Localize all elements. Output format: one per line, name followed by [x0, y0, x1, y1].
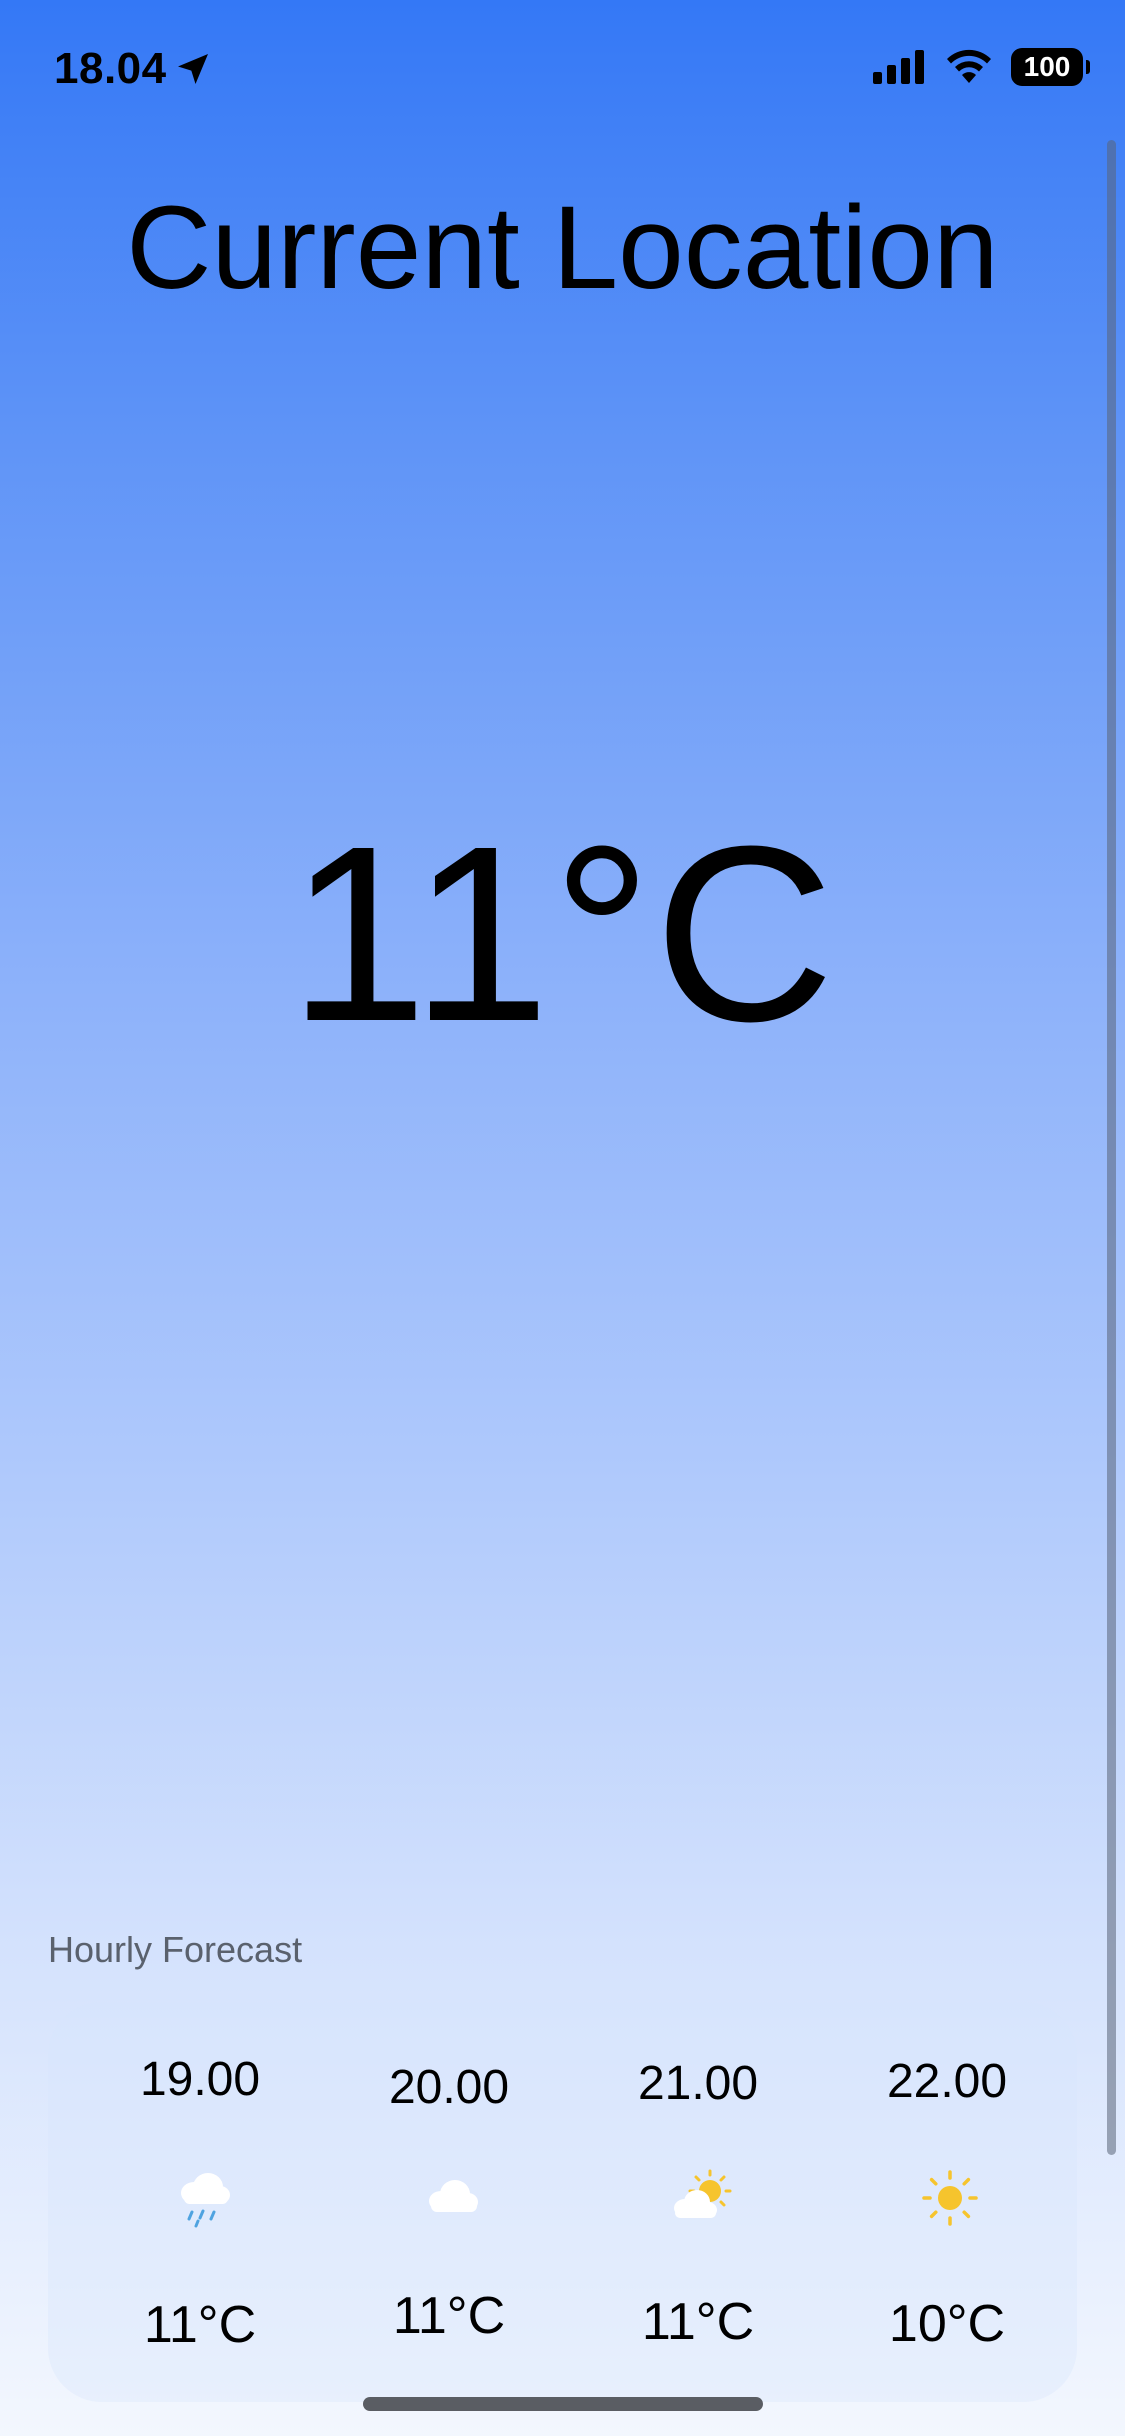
hourly-time: 22.00: [886, 2055, 1008, 2108]
hourly-time: 19.00: [139, 2053, 261, 2106]
scroll-indicator[interactable]: [1107, 140, 1116, 2155]
hourly-time: 20.00: [388, 2061, 510, 2114]
status-time: 18.04: [54, 44, 213, 94]
status-bar: 18.04 100: [0, 0, 1125, 140]
hourly-item: 20.00 11°C: [324, 2002, 574, 2402]
hourly-time: 21.00: [637, 2057, 759, 2110]
hourly-item: 19.00 11°C: [75, 2002, 325, 2402]
hourly-item: 21.00 11°C: [573, 2002, 823, 2402]
hourly-forecast-label: Hourly Forecast: [48, 1929, 303, 1970]
cellular-signal-icon: [873, 50, 924, 84]
current-temperature: 11°C: [288, 794, 837, 1073]
page-title: Current Location: [126, 182, 999, 314]
partly-cloudy-icon: [674, 2169, 732, 2218]
location-arrow-icon: [177, 54, 208, 84]
hourly-forecast-card[interactable]: 19.00 11°C 20.00 11°C 21.00 11°C 22.00 1…: [48, 2002, 1077, 2402]
wifi-icon: [947, 49, 991, 83]
home-indicator[interactable]: [363, 2397, 763, 2411]
hourly-item: 22.00 10°C: [822, 2002, 1072, 2402]
status-time-text: 18.04: [54, 44, 167, 93]
hourly-temp: 11°C: [143, 2296, 257, 2354]
hourly-temp: 11°C: [392, 2287, 506, 2345]
cloud-icon: [429, 2180, 478, 2212]
hourly-temp: 11°C: [641, 2293, 755, 2351]
cloud-rain-icon: [181, 2173, 230, 2228]
status-indicators: 100: [873, 48, 1090, 86]
battery-icon: 100: [1011, 48, 1090, 86]
sun-icon: [922, 2170, 978, 2226]
battery-level: 100: [1023, 51, 1071, 82]
hourly-temp: 10°C: [888, 2295, 1006, 2353]
